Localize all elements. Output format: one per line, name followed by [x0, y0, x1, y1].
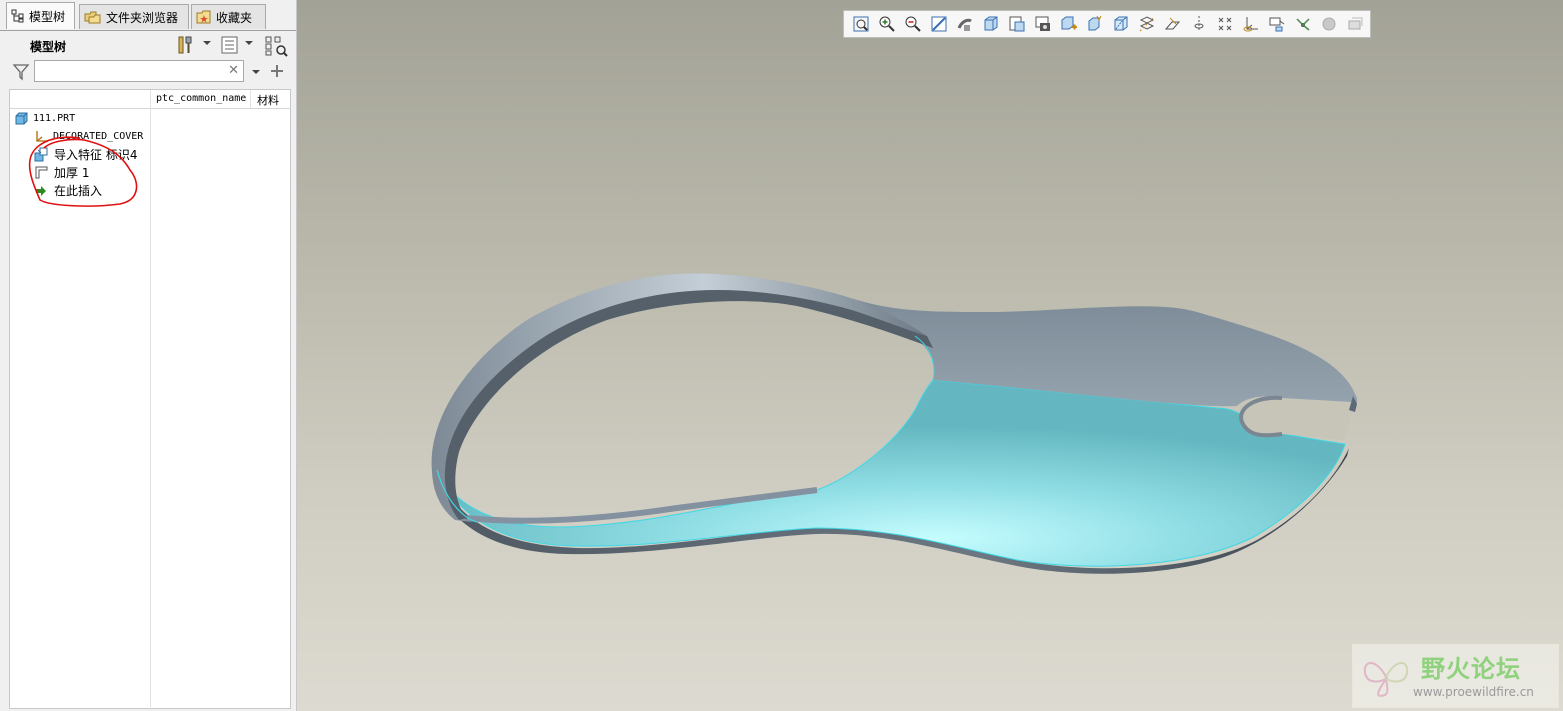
- tab-model-tree-label: 模型树: [29, 9, 66, 24]
- watermark-url: www.proewildfire.cn: [1413, 685, 1534, 699]
- show-list-icon[interactable]: [220, 35, 240, 55]
- butterfly-logo: [1363, 662, 1409, 697]
- graphics-viewport[interactable]: 野火论坛 www.proewildfire.cn: [297, 0, 1563, 711]
- clear-icon[interactable]: ✕: [228, 63, 239, 78]
- add-icon[interactable]: [270, 64, 284, 78]
- model-tree: ptc_common_name 材料 111.PRT DECORATED_COV…: [9, 89, 291, 710]
- tab-folder-browser-label: 文件夹浏览器: [106, 10, 179, 25]
- tree-title: 模型树: [30, 40, 67, 54]
- tree-search-field[interactable]: ✕: [34, 60, 244, 82]
- model-3d-view[interactable]: [297, 0, 1563, 711]
- tree-filters-icon[interactable]: [264, 35, 288, 57]
- model-tree-icon: [11, 9, 24, 23]
- filter-icon[interactable]: [12, 63, 30, 81]
- chevron-down-icon[interactable]: [244, 40, 254, 48]
- model-tree-panel: 模型树 文件夹浏览器 收藏夹 模型树 ✕ ptc_common_name 材料 …: [0, 0, 297, 711]
- folder-browser-icon: [84, 11, 101, 24]
- column-material[interactable]: 材料: [257, 92, 279, 108]
- watermark-title: 野火论坛: [1421, 655, 1521, 683]
- watermark: 野火论坛 www.proewildfire.cn: [1352, 644, 1559, 708]
- tree-toolbar: 模型树: [0, 31, 296, 59]
- tab-folder-browser[interactable]: 文件夹浏览器: [79, 4, 189, 29]
- tree-settings-icon[interactable]: [176, 35, 198, 55]
- tab-favorites-label: 收藏夹: [216, 10, 253, 25]
- tree-search-row: ✕: [0, 59, 296, 85]
- favorites-icon: [196, 10, 211, 24]
- navigator-tabs: 模型树 文件夹浏览器 收藏夹: [0, 2, 296, 31]
- chevron-down-icon[interactable]: [202, 40, 212, 48]
- annotation-circle: [28, 136, 138, 207]
- chevron-down-icon[interactable]: [251, 69, 261, 77]
- tab-favorites[interactable]: 收藏夹: [191, 4, 266, 29]
- tab-model-tree[interactable]: 模型树: [6, 2, 75, 29]
- search-input[interactable]: [38, 62, 227, 82]
- column-common-name[interactable]: ptc_common_name: [156, 93, 246, 104]
